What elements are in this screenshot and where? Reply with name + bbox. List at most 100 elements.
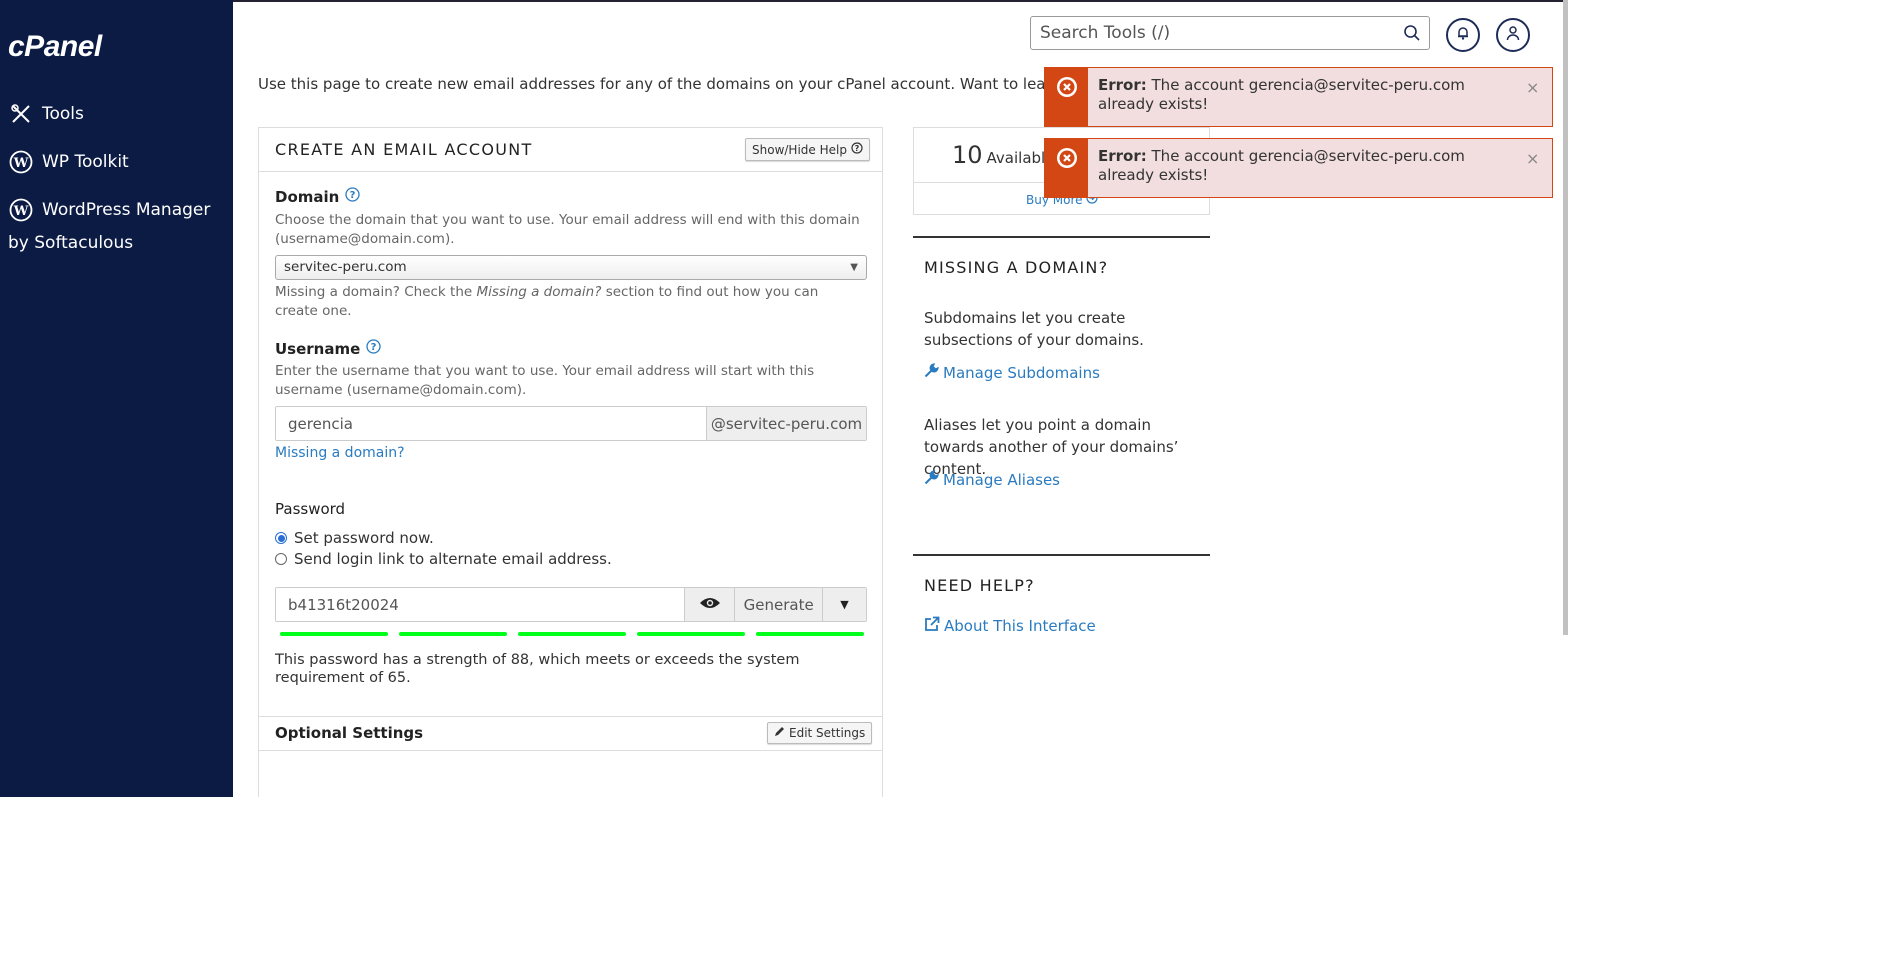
password-label: Password: [275, 500, 345, 518]
wrench-icon: [924, 470, 939, 489]
search-box: [1030, 16, 1430, 50]
pencil-icon: [774, 726, 785, 740]
domain-label: Domain ?: [275, 187, 360, 206]
search-icon[interactable]: [1403, 24, 1421, 46]
missing-text-pre: Missing a domain? Check the: [275, 284, 477, 300]
domain-select[interactable]: servitec-peru.com ▼: [275, 255, 867, 280]
sidebar-item-wordpress-manager[interactable]: W WordPress Manager: [8, 197, 210, 223]
radio-send-login-link[interactable]: Send login link to alternate email addre…: [275, 550, 612, 568]
optional-settings-label: Optional Settings: [275, 724, 424, 742]
password-input[interactable]: [276, 588, 685, 621]
sidebar-item-label: WordPress Manager: [42, 200, 211, 220]
domain-help: Choose the domain that you want to use. …: [275, 212, 860, 247]
eye-icon: [699, 596, 721, 614]
manage-aliases-link[interactable]: Manage Aliases: [924, 470, 1060, 489]
missing-text-emphasis: Missing a domain?: [476, 284, 602, 300]
help-icon[interactable]: ?: [345, 187, 360, 206]
sidebar: cPanel Tools W WP Toolkit W WordPress Ma…: [0, 0, 233, 797]
section-title: NEED HELP?: [924, 576, 1035, 595]
strength-bar-segment: [637, 632, 745, 636]
label-text: Password: [275, 500, 346, 518]
svg-text:?: ?: [855, 144, 860, 153]
error-prefix: Error:: [1098, 76, 1147, 94]
top-bar: [233, 0, 1568, 64]
svg-text:?: ?: [371, 342, 377, 353]
error-icon: [1045, 68, 1088, 126]
help-icon[interactable]: ?: [366, 339, 381, 358]
close-icon[interactable]: ×: [1526, 139, 1552, 197]
sidebar-item-tools[interactable]: Tools: [8, 101, 84, 127]
svg-text:W: W: [13, 156, 29, 171]
domain-select-value: servitec-peru.com: [284, 259, 407, 275]
domain-missing-text: Missing a domain? Check the Missing a do…: [275, 283, 865, 321]
need-help-section: NEED HELP? About This Interface: [913, 554, 1210, 654]
button-label: Show/Hide Help: [752, 142, 847, 157]
missing-domain-link[interactable]: Missing a domain?: [275, 444, 865, 463]
search-input[interactable]: [1031, 17, 1391, 49]
strength-bar-segment: [399, 632, 507, 636]
radio-label: Send login link to alternate email addre…: [294, 550, 612, 568]
question-circle-icon: ?: [851, 142, 863, 157]
show-password-button[interactable]: [684, 588, 735, 621]
sidebar-item-sublabel[interactable]: by Softaculous: [8, 233, 133, 253]
link-label: Manage Subdomains: [943, 363, 1100, 382]
username-input[interactable]: [276, 407, 706, 440]
about-interface-link[interactable]: About This Interface: [924, 616, 1096, 636]
svg-text:W: W: [13, 204, 29, 219]
error-prefix: Error:: [1098, 147, 1147, 165]
username-help: Enter the username that you want to use.…: [275, 363, 815, 398]
wordpress-icon: W: [8, 197, 34, 223]
error-toast: Error: The account gerencia@servitec-per…: [1044, 67, 1553, 127]
link-label: Manage Aliases: [943, 470, 1060, 489]
password-input-group: Generate ▼: [275, 587, 867, 622]
close-icon[interactable]: ×: [1526, 68, 1552, 126]
sidebar-item-wp-toolkit[interactable]: W WP Toolkit: [8, 149, 129, 175]
strength-bar-segment: [518, 632, 626, 636]
username-label: Username ?: [275, 339, 381, 358]
button-label: Edit Settings: [789, 726, 866, 740]
available-count: 10: [952, 141, 983, 169]
panel-title: CREATE AN EMAIL ACCOUNT: [275, 140, 533, 159]
create-email-panel: CREATE AN EMAIL ACCOUNT Show/Hide Help ?…: [258, 127, 883, 797]
error-text: The account gerencia@servitec-peru.com a…: [1098, 147, 1465, 184]
bell-icon: [1455, 25, 1471, 45]
label-text: Domain: [275, 187, 340, 206]
username-input-group: @servitec-peru.com: [275, 406, 867, 441]
sidebar-item-label: WP Toolkit: [42, 152, 129, 172]
strength-text: This password has a strength of 88, whic…: [275, 652, 800, 686]
caret-down-icon: ▼: [840, 598, 849, 611]
tools-icon: [8, 101, 34, 127]
external-link-icon: [924, 616, 940, 636]
error-icon: [1045, 139, 1088, 197]
label-text: Username: [275, 339, 361, 358]
notifications-button[interactable]: [1446, 18, 1480, 52]
error-text: The account gerencia@servitec-peru.com a…: [1098, 76, 1465, 113]
page-scrollbar[interactable]: [1563, 0, 1568, 635]
edit-settings-button[interactable]: Edit Settings: [767, 722, 873, 744]
radio-button-checked[interactable]: [275, 532, 287, 544]
section-title: MISSING A DOMAIN?: [924, 258, 1109, 277]
intro-text: Use this page to create new email addres…: [258, 75, 1137, 93]
link-label: About This Interface: [944, 617, 1096, 635]
cpanel-logo[interactable]: cPanel: [8, 30, 102, 64]
error-message: Error: The account gerencia@servitec-per…: [1088, 139, 1526, 197]
error-message: Error: The account gerencia@servitec-per…: [1088, 68, 1526, 126]
wrench-icon: [924, 363, 939, 382]
domain-suffix: @servitec-peru.com: [706, 407, 866, 440]
radio-set-password[interactable]: Set password now.: [275, 529, 434, 547]
sidebar-item-label: Tools: [42, 104, 84, 124]
user-icon: [1505, 25, 1521, 45]
strength-bar-segment: [756, 632, 864, 636]
radio-label: Set password now.: [294, 529, 434, 547]
radio-button[interactable]: [275, 553, 287, 565]
svg-text:?: ?: [350, 190, 356, 201]
missing-domain-section: MISSING A DOMAIN? Subdomains let you cre…: [913, 236, 1210, 536]
user-menu-button[interactable]: [1496, 18, 1530, 52]
generate-options-dropdown[interactable]: ▼: [822, 588, 866, 621]
generate-button[interactable]: Generate: [734, 588, 823, 621]
subdomains-description: Subdomains let you create subsections of…: [924, 309, 1144, 349]
optional-settings-bar: Optional Settings Edit Settings: [259, 716, 882, 751]
manage-subdomains-link[interactable]: Manage Subdomains: [924, 363, 1100, 382]
password-strength-meter: [280, 632, 864, 636]
show-hide-help-button[interactable]: Show/Hide Help ?: [745, 138, 870, 161]
